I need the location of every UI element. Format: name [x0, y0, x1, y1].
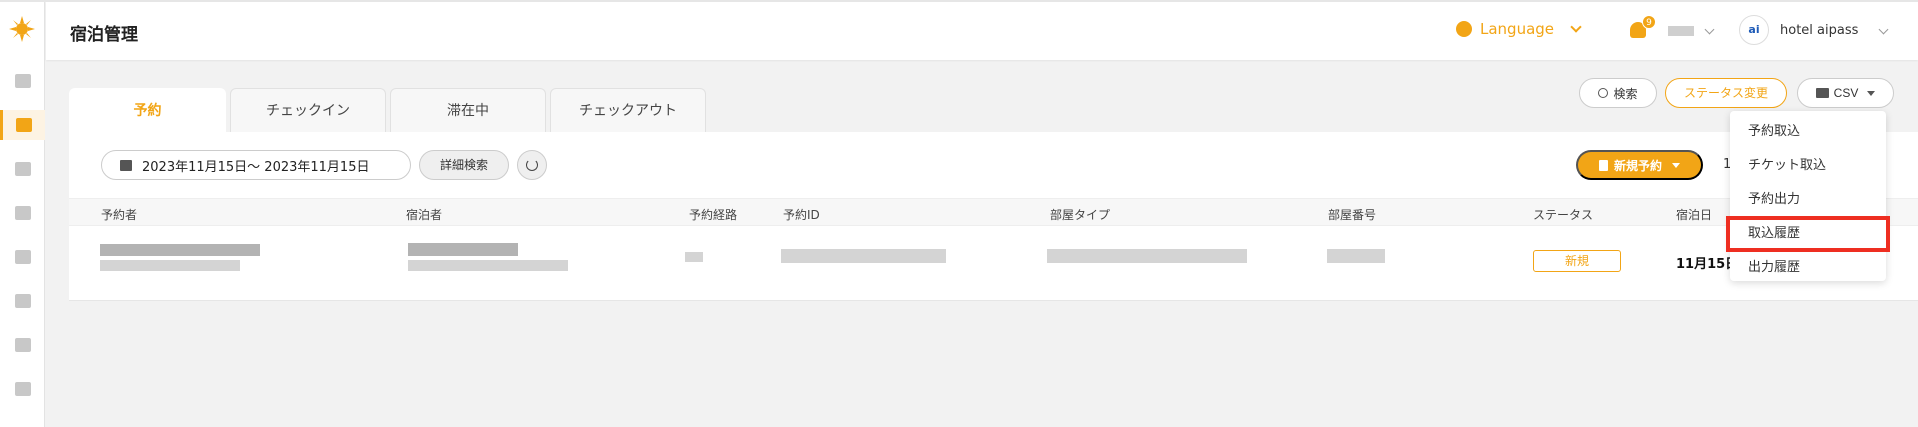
redacted-text: [1047, 249, 1247, 263]
sidebar-item-sales[interactable]: [0, 242, 45, 272]
column-header[interactable]: 部屋タイプ: [1050, 206, 1110, 223]
caret-down-icon: [1867, 90, 1876, 96]
caret-down-icon: [1672, 162, 1680, 168]
column-header[interactable]: 宿泊日: [1676, 206, 1712, 223]
language-label: Language: [1480, 20, 1555, 38]
redacted-text: [100, 244, 260, 256]
csv-dropdown-menu: 予約取込 チケット取込 予約出力 取込履歴 出力履歴: [1726, 111, 1890, 281]
status-tabs: 予約 チェックイン 滞在中 チェックアウト: [69, 88, 706, 132]
tab-staying[interactable]: 滞在中: [390, 88, 546, 132]
redacted-text: [1327, 249, 1385, 263]
table-header: 予約者 宿泊者 予約経路 予約ID 部屋タイプ 部屋番号 ステータス 宿泊日: [69, 198, 1918, 226]
column-header[interactable]: 予約ID: [783, 206, 820, 223]
language-selector[interactable]: Language: [1456, 20, 1582, 38]
date-range-text: 2023年11月15日～ 2023年11月15日: [142, 159, 370, 175]
broom-icon: [14, 338, 31, 352]
date-range-picker[interactable]: 2023年11月15日～ 2023年11月15日: [101, 150, 411, 180]
redacted-text: [685, 252, 703, 262]
page-title: 宿泊管理: [70, 25, 138, 45]
csv-button-label: CSV: [1833, 86, 1859, 100]
sidebar-item-cleaning[interactable]: [0, 330, 45, 360]
search-button[interactable]: 検索: [1579, 78, 1657, 108]
redacted-text: [100, 260, 240, 271]
chevron-down-icon[interactable]: [1704, 24, 1715, 35]
sidebar-item-notices[interactable]: [0, 286, 45, 316]
new-reservation-label: 新規予約: [1613, 158, 1662, 173]
dashboard-icon: [14, 74, 31, 88]
sidebar-item-rooms[interactable]: [0, 198, 45, 228]
sidebar-item-tickets[interactable]: [0, 374, 45, 404]
redacted-text: [781, 249, 946, 263]
search-button-label: 検索: [1613, 86, 1638, 101]
calendar-icon: [120, 159, 132, 171]
chevron-down-icon[interactable]: [1878, 24, 1889, 35]
hotel-avatar[interactable]: ai: [1739, 15, 1769, 45]
tab-checkin[interactable]: チェックイン: [230, 88, 386, 132]
hotel-name[interactable]: hotel aipass: [1780, 23, 1858, 38]
reservation-panel: 2023年11月15日～ 2023年11月15日 詳細検索 新規予約 1 予約者…: [69, 132, 1918, 427]
column-header[interactable]: 予約者: [101, 206, 137, 223]
csv-button[interactable]: CSV: [1797, 78, 1894, 108]
chevron-down-icon: [1570, 21, 1582, 33]
left-sidebar: [0, 2, 45, 427]
sidebar-item-dashboard[interactable]: [0, 66, 45, 96]
user-name-redacted[interactable]: [1668, 26, 1694, 36]
app-logo-icon: [9, 16, 35, 42]
refresh-button[interactable]: [517, 150, 547, 180]
menu-item-import-history[interactable]: 取込履歴: [1726, 216, 1890, 252]
ticket-icon: [14, 382, 31, 396]
id-card-icon: [14, 162, 31, 176]
new-reservation-button[interactable]: 新規予約: [1576, 150, 1703, 180]
building-icon: [14, 206, 31, 220]
notification-badge: 9: [1642, 15, 1656, 29]
document-plus-icon: [1598, 159, 1608, 171]
status-badge: 新規: [1533, 250, 1621, 272]
tab-checkout[interactable]: チェックアウト: [550, 88, 706, 132]
column-header[interactable]: 部屋番号: [1328, 206, 1376, 223]
menu-item-import-tickets[interactable]: チケット取込: [1730, 149, 1886, 183]
redacted-text: [408, 260, 568, 271]
megaphone-icon: [14, 294, 31, 308]
sidebar-item-accommodation[interactable]: [0, 110, 45, 140]
calculator-icon: [14, 250, 31, 264]
menu-item-export-history[interactable]: 出力履歴: [1730, 251, 1886, 285]
refresh-icon: [526, 159, 538, 171]
search-icon: [1598, 88, 1609, 98]
tab-reservation[interactable]: 予約: [69, 88, 226, 132]
detail-search-button[interactable]: 詳細検索: [419, 150, 509, 180]
table-row[interactable]: 新規 11月15日: [69, 226, 1918, 300]
menu-item-export-reservations[interactable]: 予約出力: [1730, 183, 1886, 217]
redacted-text: [408, 243, 518, 256]
globe-icon: [1456, 21, 1472, 37]
column-header[interactable]: 宿泊者: [406, 206, 442, 223]
column-header[interactable]: 予約経路: [689, 206, 737, 223]
empty-area: [69, 301, 1918, 427]
folder-icon: [1815, 88, 1829, 98]
status-change-button[interactable]: ステータス変更: [1665, 78, 1787, 108]
menu-item-import-reservations[interactable]: 予約取込: [1730, 115, 1886, 149]
column-header[interactable]: ステータス: [1533, 206, 1593, 223]
night-date: 11月15日: [1676, 257, 1739, 272]
top-header: 宿泊管理 Language 9 ai hotel aipass: [46, 2, 1918, 60]
bed-icon: [16, 118, 32, 132]
sidebar-item-guests[interactable]: [0, 154, 45, 184]
